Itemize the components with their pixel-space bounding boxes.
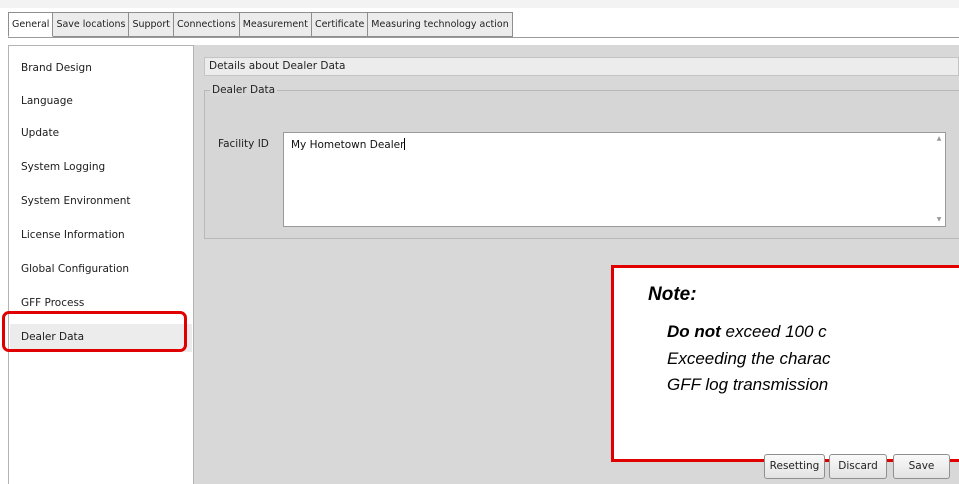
facility-id-value: My Hometown Dealer <box>291 139 405 151</box>
sidebar-item-update[interactable]: Update <box>21 127 59 139</box>
tab-divider <box>8 37 959 38</box>
note-line-1-text: exceed 100 c <box>720 322 827 341</box>
tab-certificate[interactable]: Certificate <box>311 12 369 37</box>
tab-measuring-technology-action[interactable]: Measuring technology action <box>368 12 513 37</box>
tab-save-locations[interactable]: Save locations <box>53 12 130 37</box>
note-line-1: Do not exceed 100 c <box>667 322 827 342</box>
note-title: Note: <box>648 284 697 305</box>
tab-general[interactable]: General <box>8 12 54 37</box>
scroll-down-icon[interactable]: ▼ <box>935 216 943 224</box>
sidebar-item-system-logging[interactable]: System Logging <box>21 161 105 173</box>
tab-bar: General Save locations Support Connectio… <box>8 12 513 37</box>
sidebar-item-license-information[interactable]: License Information <box>21 229 125 241</box>
sidebar-item-language[interactable]: Language <box>21 95 73 107</box>
settings-window: General Save locations Support Connectio… <box>0 0 959 484</box>
note-callout: Note: Do not exceed 100 c Exceeding the … <box>611 265 959 462</box>
note-emphasis: Do not <box>667 322 721 341</box>
scroll-up-icon[interactable]: ▲ <box>935 135 943 143</box>
sidebar-item-brand-design[interactable]: Brand Design <box>21 62 92 74</box>
tab-support[interactable]: Support <box>129 12 174 37</box>
title-strip <box>0 0 959 8</box>
resetting-button[interactable]: Resetting <box>764 454 825 479</box>
note-line-3: GFF log transmission <box>667 375 829 394</box>
sidebar-item-dealer-data[interactable]: Dealer Data <box>10 324 192 352</box>
group-title: Dealer Data <box>210 84 278 96</box>
text-caret <box>404 138 406 150</box>
tab-connections[interactable]: Connections <box>174 12 240 37</box>
sidebar-item-global-configuration[interactable]: Global Configuration <box>21 263 129 275</box>
sidebar-item-system-environment[interactable]: System Environment <box>21 195 131 207</box>
note-line-2: Exceeding the charac <box>667 349 831 368</box>
save-button[interactable]: Save <box>893 454 950 479</box>
discard-button[interactable]: Discard <box>829 454 887 479</box>
tab-measurement[interactable]: Measurement <box>239 12 312 37</box>
details-header: Details about Dealer Data <box>204 57 959 76</box>
facility-id-field[interactable]: My Hometown Dealer ▲ ▼ <box>283 132 946 227</box>
sidebar-item-gff-process[interactable]: GFF Process <box>21 297 84 309</box>
facility-id-label: Facility ID <box>218 138 269 150</box>
sidebar: Brand Design Language Update System Logg… <box>8 45 194 484</box>
